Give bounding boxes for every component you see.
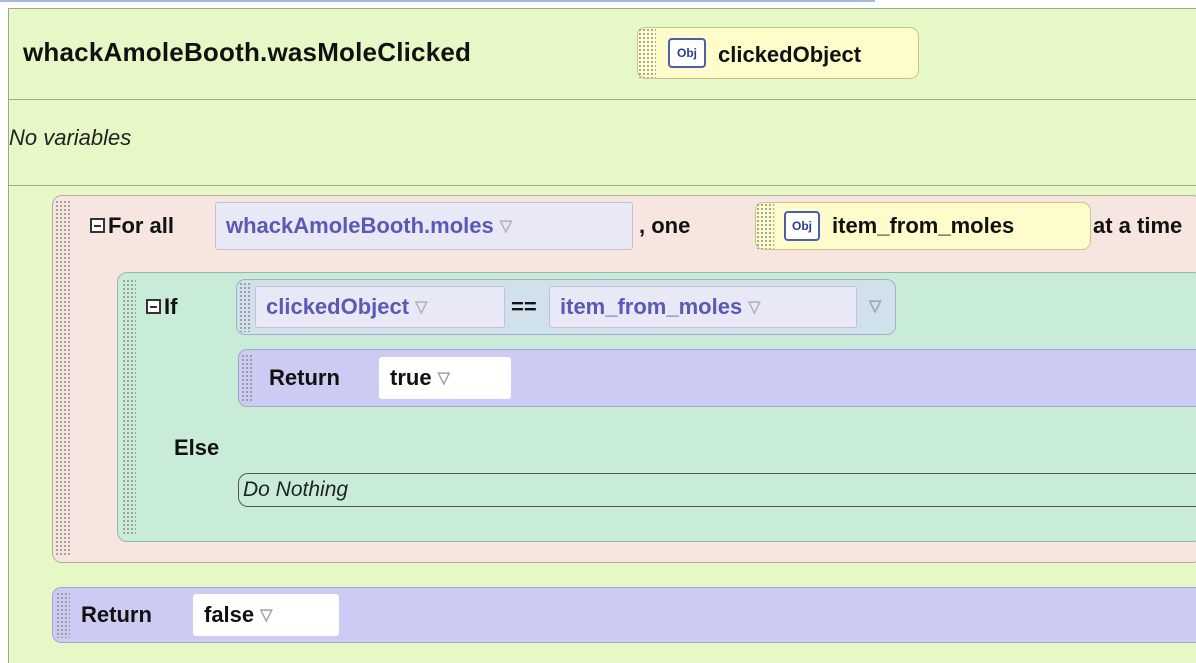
separator-label: , one xyxy=(639,213,691,238)
method-editor-panel: whackAmoleBooth.wasMoleClicked Obj click… xyxy=(8,8,1196,663)
collection-value: whackAmoleBooth.moles xyxy=(226,213,494,238)
triangle-down-icon: ▽ xyxy=(415,299,428,316)
right-operand-dropdown[interactable]: item_from_moles ▽ xyxy=(549,286,857,328)
loop-item-name: item_from_moles xyxy=(832,213,1015,238)
parameter-tile[interactable]: Obj clickedObject xyxy=(637,27,919,79)
drag-grip-icon[interactable] xyxy=(756,203,774,249)
equals-operator: == xyxy=(511,294,537,319)
return-label: Return xyxy=(81,602,152,627)
drag-grip-icon[interactable] xyxy=(241,354,253,402)
collapse-minus-icon[interactable] xyxy=(146,299,161,314)
else-label: Else xyxy=(174,435,220,460)
top-border-line xyxy=(0,0,875,2)
return-false-statement[interactable]: Return false ▽ xyxy=(52,587,1196,643)
for-all-block[interactable]: For all whackAmoleBooth.moles ▽ , one Obj… xyxy=(52,195,1196,563)
parameter-name: clickedObject xyxy=(718,42,862,67)
return-value-dropdown[interactable]: true ▽ xyxy=(379,357,511,399)
triangle-down-icon: ▽ xyxy=(437,370,450,387)
return-true-statement[interactable]: Return true ▽ xyxy=(238,349,1196,407)
triangle-down-icon: ▽ xyxy=(869,298,882,315)
obj-type-icon: Obj xyxy=(784,211,820,241)
drag-grip-icon[interactable] xyxy=(55,200,71,556)
collection-dropdown[interactable]: whackAmoleBooth.moles ▽ xyxy=(215,202,633,250)
drag-grip-icon[interactable] xyxy=(122,279,136,535)
obj-type-icon: Obj xyxy=(668,38,706,68)
drag-grip-icon[interactable] xyxy=(638,28,656,78)
if-else-block[interactable]: If clickedObject ▽ == item_from_moles ▽ ▽ … xyxy=(117,272,1196,542)
do-nothing-label: Do Nothing xyxy=(243,478,349,501)
method-header: whackAmoleBooth.wasMoleClicked Obj click… xyxy=(9,9,1196,100)
for-all-label: For all xyxy=(108,213,175,238)
return-value: false xyxy=(204,602,255,627)
loop-item-variable-tile[interactable]: Obj item_from_moles xyxy=(755,202,1091,250)
return-label: Return xyxy=(269,365,340,390)
method-name: whackAmoleBooth.wasMoleClicked xyxy=(23,37,472,67)
triangle-down-icon: ▽ xyxy=(499,218,513,235)
collapse-minus-icon[interactable] xyxy=(90,218,105,233)
return-value: true xyxy=(390,365,432,390)
return-value-dropdown[interactable]: false ▽ xyxy=(193,594,339,636)
local-variables-area[interactable]: No variables xyxy=(9,99,1196,186)
drag-grip-icon[interactable] xyxy=(56,592,70,638)
left-operand-value: clickedObject xyxy=(266,294,410,319)
condition-expression[interactable]: clickedObject ▽ == item_from_moles ▽ ▽ xyxy=(236,279,896,335)
no-variables-label: No variables xyxy=(9,125,132,150)
drag-grip-icon[interactable] xyxy=(239,282,251,332)
condition-menu-dropdown[interactable]: ▽ xyxy=(865,290,891,324)
triangle-down-icon: ▽ xyxy=(260,607,273,624)
else-body-drop-area[interactable]: Do Nothing xyxy=(238,473,1196,507)
left-operand-dropdown[interactable]: clickedObject ▽ xyxy=(255,286,505,328)
triangle-down-icon: ▽ xyxy=(748,299,761,316)
at-a-time-label: at a time xyxy=(1093,213,1183,238)
if-label: If xyxy=(164,294,178,319)
right-operand-value: item_from_moles xyxy=(560,294,743,319)
